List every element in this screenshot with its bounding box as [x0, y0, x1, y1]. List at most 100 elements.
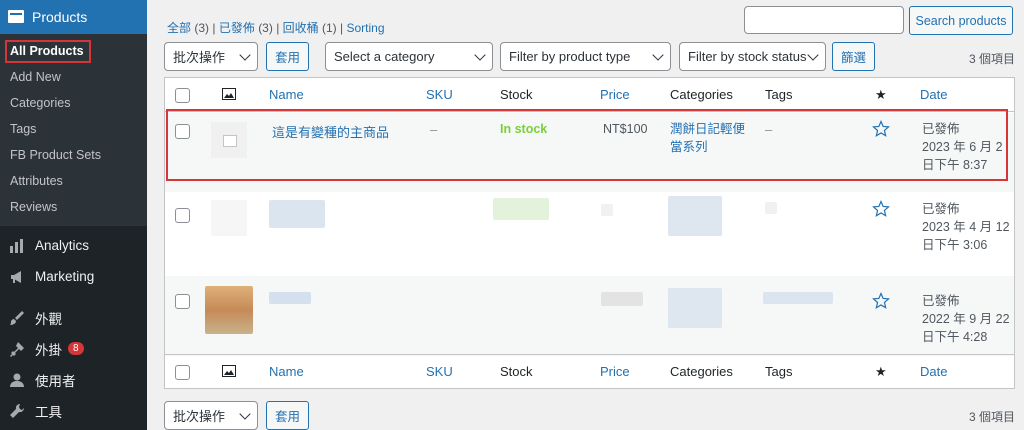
- plugin-icon: [10, 341, 24, 357]
- menu-products[interactable]: Products: [0, 0, 147, 34]
- chevron-down-icon: [807, 49, 819, 61]
- select-all-checkbox[interactable]: [175, 365, 190, 380]
- filter-published-count: (3): [258, 21, 273, 35]
- col-date[interactable]: Date: [920, 364, 947, 379]
- category-select-value: Select a category: [334, 49, 435, 64]
- col-sku[interactable]: SKU: [426, 364, 453, 379]
- publish-status: 已發佈: [922, 294, 960, 308]
- filter-all-count: (3): [194, 21, 210, 35]
- menu-marketing[interactable]: Marketing: [0, 261, 147, 292]
- date-line-2: 日下午 4:28: [922, 330, 988, 344]
- product-thumbnail[interactable]: [205, 286, 253, 334]
- image-column-icon: [222, 365, 236, 377]
- search-input[interactable]: [744, 6, 904, 34]
- product-price: [601, 292, 643, 306]
- category-select[interactable]: Select a category: [325, 42, 493, 71]
- submenu-tags[interactable]: Tags: [0, 116, 147, 142]
- bulk-action-select[interactable]: 批次操作: [164, 42, 258, 71]
- product-date: 已發佈 2023 年 4 月 12 日下午 3:06: [922, 200, 1012, 254]
- menu-plugins[interactable]: 外掛 8: [0, 333, 147, 364]
- items-count-bottom: 3 個項目: [969, 410, 1016, 424]
- apply-button[interactable]: 套用: [266, 42, 309, 71]
- submenu-all-products-label: All Products: [5, 40, 91, 63]
- product-tags: [765, 202, 777, 214]
- date-line-2: 日下午 3:06: [922, 238, 988, 252]
- menu-users[interactable]: 使用者: [0, 364, 147, 395]
- filter-published[interactable]: 已發佈: [219, 21, 255, 35]
- apply-button-bottom[interactable]: 套用: [266, 401, 309, 430]
- product-name-link[interactable]: [269, 292, 311, 304]
- submenu-categories[interactable]: Categories: [0, 90, 147, 116]
- publish-status: 已發佈: [922, 202, 960, 216]
- admin-sidebar: Products All Products Add New Categories…: [0, 0, 147, 430]
- stock-status: [493, 198, 549, 220]
- col-stock: Stock: [500, 364, 533, 379]
- table-header: Name SKU Stock Price Categories Tags ★ D…: [165, 78, 1014, 112]
- featured-column-icon[interactable]: ★: [875, 87, 887, 103]
- submenu-attributes[interactable]: Attributes: [0, 168, 147, 194]
- col-date[interactable]: Date: [920, 87, 947, 102]
- items-count: 3 個項目: [969, 52, 1016, 66]
- menu-analytics-label: Analytics: [35, 238, 90, 253]
- submenu-add-new[interactable]: Add New: [0, 64, 147, 90]
- col-name[interactable]: Name: [269, 364, 304, 379]
- chevron-down-icon: [239, 49, 251, 61]
- product-type-select-value: Filter by product type: [509, 49, 631, 64]
- bulk-action-value: 批次操作: [173, 50, 226, 65]
- menu-appearance[interactable]: 外觀: [0, 302, 147, 333]
- submenu-fb-product-sets[interactable]: FB Product Sets: [0, 142, 147, 168]
- product-type-select[interactable]: Filter by product type: [500, 42, 671, 71]
- col-price[interactable]: Price: [600, 87, 630, 102]
- filter-button[interactable]: 篩選: [832, 42, 875, 71]
- featured-star-icon[interactable]: [872, 292, 890, 310]
- col-tags: Tags: [765, 87, 793, 102]
- search-products-button[interactable]: Search products: [909, 6, 1013, 35]
- submenu-all-products[interactable]: All Products: [0, 38, 147, 64]
- col-categories: Categories: [670, 87, 733, 102]
- highlight-box: [166, 109, 1008, 181]
- table-footer: Name SKU Stock Price Categories Tags ★ D…: [165, 354, 1014, 388]
- table-row: 已發佈 2023 年 4 月 12 日下午 3:06: [165, 192, 1014, 276]
- image-column-icon: [222, 88, 236, 100]
- filter-trash-count: (1): [322, 21, 337, 35]
- col-price[interactable]: Price: [600, 364, 630, 379]
- menu-tools[interactable]: 工具: [0, 395, 147, 426]
- filter-trash-label: 回收桶: [282, 21, 319, 35]
- col-sku[interactable]: SKU: [426, 87, 453, 102]
- date-line-1: 2023 年 4 月 12: [922, 220, 1010, 234]
- date-line-1: 2022 年 9 月 22: [922, 312, 1010, 326]
- chevron-down-icon: [239, 408, 251, 420]
- filter-all[interactable]: 全部: [167, 21, 191, 35]
- table-row: 已發佈 2022 年 9 月 22 日下午 4:28: [165, 276, 1014, 356]
- bulk-action-select-bottom[interactable]: 批次操作: [164, 401, 258, 430]
- featured-star-icon[interactable]: [872, 200, 890, 218]
- row-checkbox[interactable]: [175, 294, 190, 309]
- submenu-reviews[interactable]: Reviews: [0, 194, 147, 220]
- col-tags: Tags: [765, 364, 793, 379]
- product-category-link[interactable]: [668, 196, 722, 236]
- menu-plugins-label: 外掛: [35, 342, 62, 358]
- menu-appearance-label: 外觀: [35, 311, 62, 327]
- plugin-update-badge: 8: [68, 342, 84, 355]
- product-price: [601, 204, 613, 216]
- product-category-link[interactable]: [668, 288, 722, 328]
- product-date: 已發佈 2022 年 9 月 22 日下午 4:28: [922, 292, 1012, 346]
- stock-status-select[interactable]: Filter by stock status: [679, 42, 826, 71]
- product-name-link[interactable]: [269, 200, 325, 228]
- products-icon: [8, 10, 24, 24]
- filter-trash[interactable]: 回收桶: [283, 21, 319, 35]
- row-checkbox[interactable]: [175, 208, 190, 223]
- filter-sorting[interactable]: Sorting: [346, 21, 384, 35]
- product-tags: [763, 292, 833, 304]
- menu-tools-label: 工具: [35, 404, 62, 420]
- col-name[interactable]: Name: [269, 87, 304, 102]
- product-thumbnail[interactable]: [211, 200, 247, 236]
- featured-column-icon[interactable]: ★: [875, 364, 887, 380]
- select-all-checkbox[interactable]: [175, 88, 190, 103]
- products-submenu: All Products Add New Categories Tags FB …: [0, 34, 147, 226]
- stock-status-select-value: Filter by stock status: [688, 49, 807, 64]
- menu-analytics[interactable]: Analytics: [0, 230, 147, 261]
- filter-published-label: 已發佈: [218, 21, 255, 35]
- bulk-action-value: 批次操作: [173, 409, 226, 424]
- wrench-icon: [10, 403, 25, 418]
